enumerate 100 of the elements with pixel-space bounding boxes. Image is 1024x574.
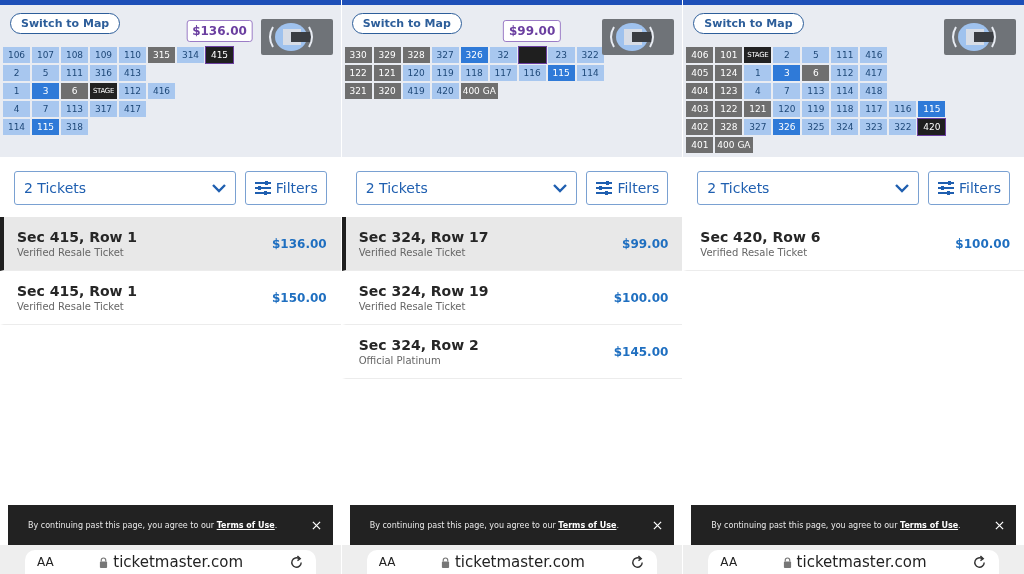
map-section[interactable]: 6: [802, 65, 830, 81]
map-section[interactable]: 320: [373, 83, 401, 99]
map-section[interactable]: 419: [402, 83, 430, 99]
ticket-listing[interactable]: Sec 324, Row 19 Verified Resale Ticket $100.00: [341, 271, 683, 325]
map-section[interactable]: 122: [715, 101, 743, 117]
map-section[interactable]: 101: [715, 47, 743, 63]
map-section[interactable]: 114: [576, 65, 604, 81]
minimap-icon[interactable]: [944, 19, 1016, 55]
filters-button[interactable]: Filters: [244, 171, 327, 205]
map-section[interactable]: 23: [547, 47, 575, 63]
map-section[interactable]: 1: [3, 83, 30, 99]
map-section[interactable]: 115: [547, 65, 575, 81]
terms-of-use-link[interactable]: Terms of Use: [216, 520, 275, 530]
close-icon[interactable]: [653, 520, 663, 530]
map-section[interactable]: 1: [744, 65, 772, 81]
map-section[interactable]: 326: [773, 119, 801, 135]
map-section[interactable]: 123: [715, 83, 743, 99]
address-bar[interactable]: AA ticketmaster.com: [25, 550, 316, 574]
close-icon[interactable]: [311, 520, 321, 530]
map-section[interactable]: 420: [431, 83, 459, 99]
ticket-listing[interactable]: Sec 324, Row 2 Official Platinum $145.00: [341, 325, 683, 379]
map-section[interactable]: 111: [831, 47, 859, 63]
map-section[interactable]: 7: [32, 101, 59, 117]
reload-icon[interactable]: [288, 554, 304, 570]
filters-button[interactable]: Filters: [586, 171, 669, 205]
map-section[interactable]: 404: [686, 83, 714, 99]
map-section[interactable]: 417: [119, 101, 146, 117]
map-section[interactable]: 117: [860, 101, 888, 117]
map-section[interactable]: 121: [373, 65, 401, 81]
map-section[interactable]: 122: [344, 65, 372, 81]
address-bar[interactable]: AA ticketmaster.com: [366, 550, 658, 574]
map-section[interactable]: 328: [402, 47, 430, 63]
map-section[interactable]: 327: [431, 47, 459, 63]
reload-icon[interactable]: [972, 554, 987, 570]
map-section[interactable]: 328: [715, 119, 743, 135]
map-section[interactable]: 330: [344, 47, 372, 63]
map-section[interactable]: 2: [773, 47, 801, 63]
map-section[interactable]: 413: [119, 65, 146, 81]
seat-map[interactable]: Switch to Map 330 329 328 327 326 32 $99.00 23 322 122 121 120 119 118 117 116 115 114 321 320 419 420 400 GA: [341, 5, 683, 157]
map-section[interactable]: 418: [860, 83, 888, 99]
map-section[interactable]: 32: [489, 47, 517, 63]
map-section[interactable]: 116: [518, 65, 546, 81]
map-section[interactable]: 403: [686, 101, 714, 117]
map-section[interactable]: 420: [918, 119, 946, 135]
map-section[interactable]: 417: [860, 65, 888, 81]
map-section[interactable]: 322: [889, 119, 917, 135]
map-section[interactable]: 405: [686, 65, 714, 81]
map-section[interactable]: 318: [61, 119, 88, 135]
map-section[interactable]: 111: [61, 65, 88, 81]
map-section[interactable]: 119: [802, 101, 830, 117]
text-size-button[interactable]: AA: [378, 555, 396, 569]
filters-button[interactable]: Filters: [928, 171, 1010, 205]
ticket-listing[interactable]: Sec 420, Row 6 Verified Resale Ticket $100.00: [683, 217, 1024, 271]
map-section[interactable]: 3: [32, 83, 59, 99]
map-section[interactable]: 114: [831, 83, 859, 99]
map-section[interactable]: 317: [90, 101, 117, 117]
ticket-quantity-select[interactable]: 2 Tickets: [14, 171, 236, 205]
map-section[interactable]: 5: [802, 47, 830, 63]
map-section[interactable]: 402: [686, 119, 714, 135]
map-section[interactable]: 124: [715, 65, 743, 81]
map-section[interactable]: 121: [744, 101, 772, 117]
map-section[interactable]: 400 GA: [460, 83, 498, 99]
map-section[interactable]: 401: [686, 137, 714, 153]
map-section[interactable]: 108: [61, 47, 88, 63]
map-section[interactable]: 416: [148, 83, 175, 99]
map-section[interactable]: 110: [119, 47, 146, 63]
map-section[interactable]: 106: [3, 47, 30, 63]
ticket-listing[interactable]: Sec 415, Row 1 Verified Resale Ticket $150.00: [0, 271, 341, 325]
map-section[interactable]: 116: [889, 101, 917, 117]
map-section[interactable]: 316: [90, 65, 117, 81]
map-section[interactable]: 115: [32, 119, 59, 135]
map-section[interactable]: 4: [3, 101, 30, 117]
ticket-listing[interactable]: Sec 415, Row 1 Verified Resale Ticket $136.00: [0, 217, 341, 271]
map-section[interactable]: 109: [90, 47, 117, 63]
map-section[interactable]: 6: [61, 83, 88, 99]
map-section[interactable]: 416: [860, 47, 888, 63]
map-section[interactable]: 119: [431, 65, 459, 81]
map-section[interactable]: 117: [489, 65, 517, 81]
map-section[interactable]: 115: [918, 101, 946, 117]
map-section[interactable]: 112: [831, 65, 859, 81]
map-section[interactable]: 7: [773, 83, 801, 99]
map-section[interactable]: 326: [460, 47, 488, 63]
ticket-quantity-select[interactable]: 2 Tickets: [355, 171, 578, 205]
text-size-button[interactable]: AA: [720, 555, 738, 569]
map-section[interactable]: 3: [773, 65, 801, 81]
map-section[interactable]: 4: [744, 83, 772, 99]
minimap-icon[interactable]: [602, 19, 675, 55]
close-icon[interactable]: [995, 520, 1004, 530]
map-section[interactable]: 120: [773, 101, 801, 117]
switch-to-map-button[interactable]: Switch to Map: [10, 13, 121, 34]
map-section[interactable]: 112: [119, 83, 146, 99]
ticket-quantity-select[interactable]: 2 Tickets: [697, 171, 920, 205]
map-section[interactable]: 321: [344, 83, 372, 99]
text-size-button[interactable]: AA: [37, 555, 54, 569]
ticket-listing[interactable]: Sec 324, Row 17 Verified Resale Ticket $99.00: [341, 217, 683, 271]
address-bar[interactable]: AA ticketmaster.com: [708, 550, 999, 574]
map-section[interactable]: 329: [373, 47, 401, 63]
map-section[interactable]: 325: [802, 119, 830, 135]
map-section[interactable]: 314: [177, 47, 204, 63]
switch-to-map-button[interactable]: Switch to Map: [351, 13, 462, 34]
